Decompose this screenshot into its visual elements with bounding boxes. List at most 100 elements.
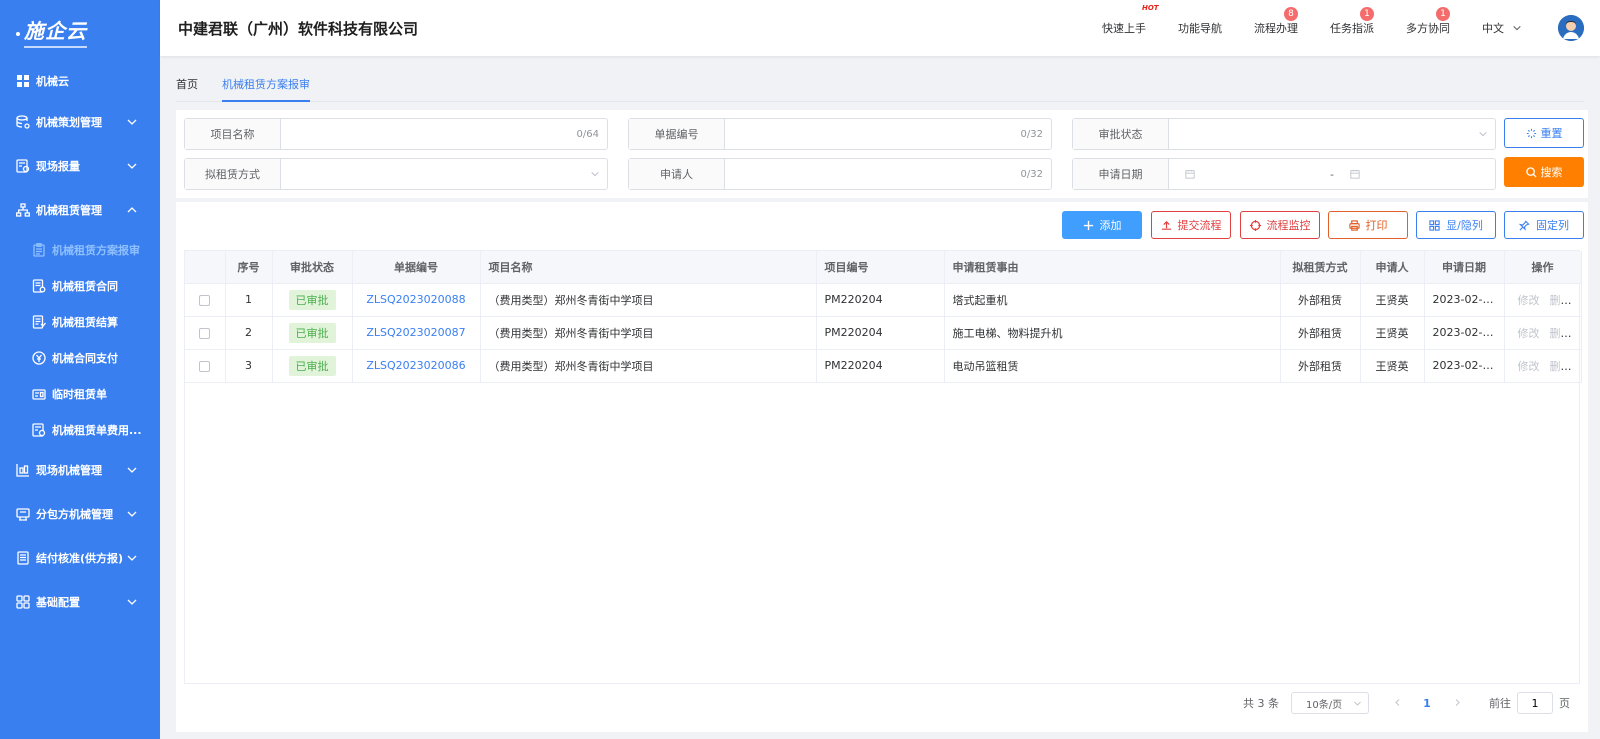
search-button[interactable]: 搜索 [1504, 157, 1584, 187]
applicant-cell: 王贤英 [1360, 316, 1425, 350]
page-number-button[interactable]: 1 [1411, 697, 1443, 710]
row-checkbox[interactable] [199, 360, 211, 372]
row-checkbox[interactable] [199, 294, 211, 306]
reset-button[interactable]: 重置 [1504, 118, 1584, 148]
print-button[interactable]: 打印 [1328, 211, 1408, 239]
lease-method-select[interactable] [281, 159, 583, 189]
applicant-input[interactable] [725, 159, 1021, 189]
collab-link[interactable]: 多方协同 1 [1406, 7, 1450, 36]
doc-code-link[interactable]: ZLSQ2023020086 [366, 359, 465, 372]
chevron-down-icon [127, 467, 137, 473]
edit-button[interactable]: 修改 [1518, 327, 1540, 340]
search-label: 搜索 [1540, 166, 1563, 179]
sidebar-subitem-label: 机械租赁方案报审 [52, 244, 140, 257]
nav-guide-link[interactable]: 功能导航 [1178, 20, 1222, 36]
sidebar-item-subcontract-machine[interactable]: 分包方机械管理 [0, 492, 160, 536]
delete-button[interactable]: 删除 [1550, 294, 1572, 307]
submit-process-label: 提交流程 [1177, 219, 1222, 232]
quick-start-link[interactable]: HOT 快速上手 [1102, 4, 1159, 36]
quick-start-label: 快速上手 [1102, 22, 1146, 35]
prev-page-button[interactable] [1383, 697, 1411, 710]
sidebar-subitem-lease-fee[interactable]: 机械租赁单费用... [0, 412, 160, 448]
sidebar: 施企云 机械云 机械策划管理 现场报量 机械租赁管理 机械租赁方案报审 机械租赁… [0, 0, 160, 739]
applicant-label: 申请人 [629, 159, 725, 189]
approval-status-select[interactable] [1169, 119, 1471, 149]
row-checkbox[interactable] [199, 327, 211, 339]
date-start-input[interactable] [1169, 159, 1330, 189]
sidebar-subitem-lease-settlement[interactable]: 机械租赁结算 [0, 304, 160, 340]
sidebar-item-machine-lease[interactable]: 机械租赁管理 [0, 188, 160, 232]
hot-badge: HOT [1142, 4, 1159, 12]
sidebar-subitem-temp-lease[interactable]: 临时租赁单 [0, 376, 160, 412]
language-selector[interactable]: 中文 [1482, 20, 1522, 36]
approval-status-field[interactable]: 审批状态 [1072, 118, 1496, 150]
column-header: 项目名称 [480, 251, 817, 284]
process-label: 流程办理 [1254, 22, 1298, 35]
action-cell: 修改 删除 [1504, 283, 1582, 317]
sidebar-item-machine-planning[interactable]: 机械策划管理 [0, 100, 160, 144]
add-button[interactable]: 添加 [1062, 211, 1142, 239]
logo-dot [16, 32, 20, 36]
tab-lease-plan-review[interactable]: 机械租赁方案报审 [222, 68, 310, 102]
chevron-up-icon [127, 207, 137, 213]
delete-button[interactable]: 删除 [1550, 327, 1572, 340]
sidebar-item-settlement-approval[interactable]: 结付核准(供方报) [0, 536, 160, 580]
language-label: 中文 [1482, 22, 1504, 35]
next-page-button[interactable] [1443, 697, 1471, 710]
process-monitor-button[interactable]: 流程监控 [1240, 211, 1320, 239]
collab-label: 多方协同 [1406, 22, 1450, 35]
tab-home[interactable]: 首页 [176, 68, 198, 102]
applicant-cell: 王贤英 [1360, 349, 1425, 383]
contract-icon [32, 279, 46, 293]
lease-method-field[interactable]: 拟租赁方式 [184, 158, 608, 190]
tasks-count-badge: 1 [1360, 7, 1374, 21]
date-cell: 2023-02-06 [1424, 316, 1505, 350]
fix-columns-button[interactable]: 固定列 [1504, 211, 1584, 239]
delete-button[interactable]: 删除 [1550, 360, 1572, 373]
search-icon [1525, 166, 1537, 178]
columns-icon [1429, 219, 1440, 231]
tasks-link[interactable]: 任务指派 1 [1330, 7, 1374, 36]
sidebar-item-site-machine[interactable]: 现场机械管理 [0, 448, 160, 492]
sidebar-item-machine-cloud[interactable]: 机械云 [0, 62, 160, 100]
app-logo[interactable]: 施企云 [0, 0, 160, 62]
project-name-field: 项目名称 0/64 [184, 118, 608, 150]
add-label: 添加 [1099, 219, 1122, 232]
column-header: 审批状态 [272, 251, 353, 284]
apps-icon [16, 595, 30, 609]
goto-page-input[interactable] [1517, 692, 1553, 714]
doc-code-link[interactable]: ZLSQ2023020088 [366, 293, 465, 306]
sidebar-subitem-label: 机械租赁结算 [52, 316, 118, 329]
date-end-input[interactable] [1334, 159, 1495, 189]
sidebar-subitem-contract-payment[interactable]: 机械合同支付 [0, 340, 160, 376]
page-size-select[interactable]: 10条/页 [1291, 692, 1369, 714]
sidebar-item-label: 基础配置 [36, 596, 80, 609]
org-icon [16, 203, 30, 217]
approval-status-label: 审批状态 [1073, 119, 1169, 149]
column-header: 申请租赁事由 [944, 251, 1281, 284]
sidebar-item-site-report[interactable]: 现场报量 [0, 144, 160, 188]
sidebar-item-label: 机械策划管理 [36, 116, 102, 129]
process-monitor-label: 流程监控 [1266, 219, 1311, 232]
doc-icon [16, 551, 30, 565]
edit-button[interactable]: 修改 [1518, 294, 1540, 307]
row-checkbox-cell [185, 349, 226, 383]
sidebar-subitem-lease-plan-review[interactable]: 机械租赁方案报审 [0, 232, 160, 268]
status-badge: 已审批 [288, 355, 336, 376]
collab-count-badge: 1 [1436, 7, 1450, 21]
pin-icon [1519, 220, 1530, 231]
show-hide-columns-button[interactable]: 显/隐列 [1416, 211, 1496, 239]
doc-code-link[interactable]: ZLSQ2023020087 [366, 326, 465, 339]
sidebar-item-basic-config[interactable]: 基础配置 [0, 580, 160, 624]
sidebar-subitem-lease-contract[interactable]: 机械租赁合同 [0, 268, 160, 304]
user-avatar[interactable] [1558, 15, 1584, 41]
method-cell: 外部租赁 [1280, 316, 1361, 350]
table-panel: 添加 提交流程 流程监控 打印 显/隐列 固定列 序号 审批状态 单据编号 项目… [176, 202, 1588, 732]
submit-process-button[interactable]: 提交流程 [1151, 211, 1231, 239]
doc-no-input[interactable] [725, 119, 1021, 149]
column-header: 申请日期 [1424, 251, 1505, 284]
edit-button[interactable]: 修改 [1518, 360, 1540, 373]
process-link[interactable]: 流程办理 8 [1254, 7, 1298, 36]
status-badge: 已审批 [288, 322, 336, 343]
project-name-input[interactable] [281, 119, 577, 149]
